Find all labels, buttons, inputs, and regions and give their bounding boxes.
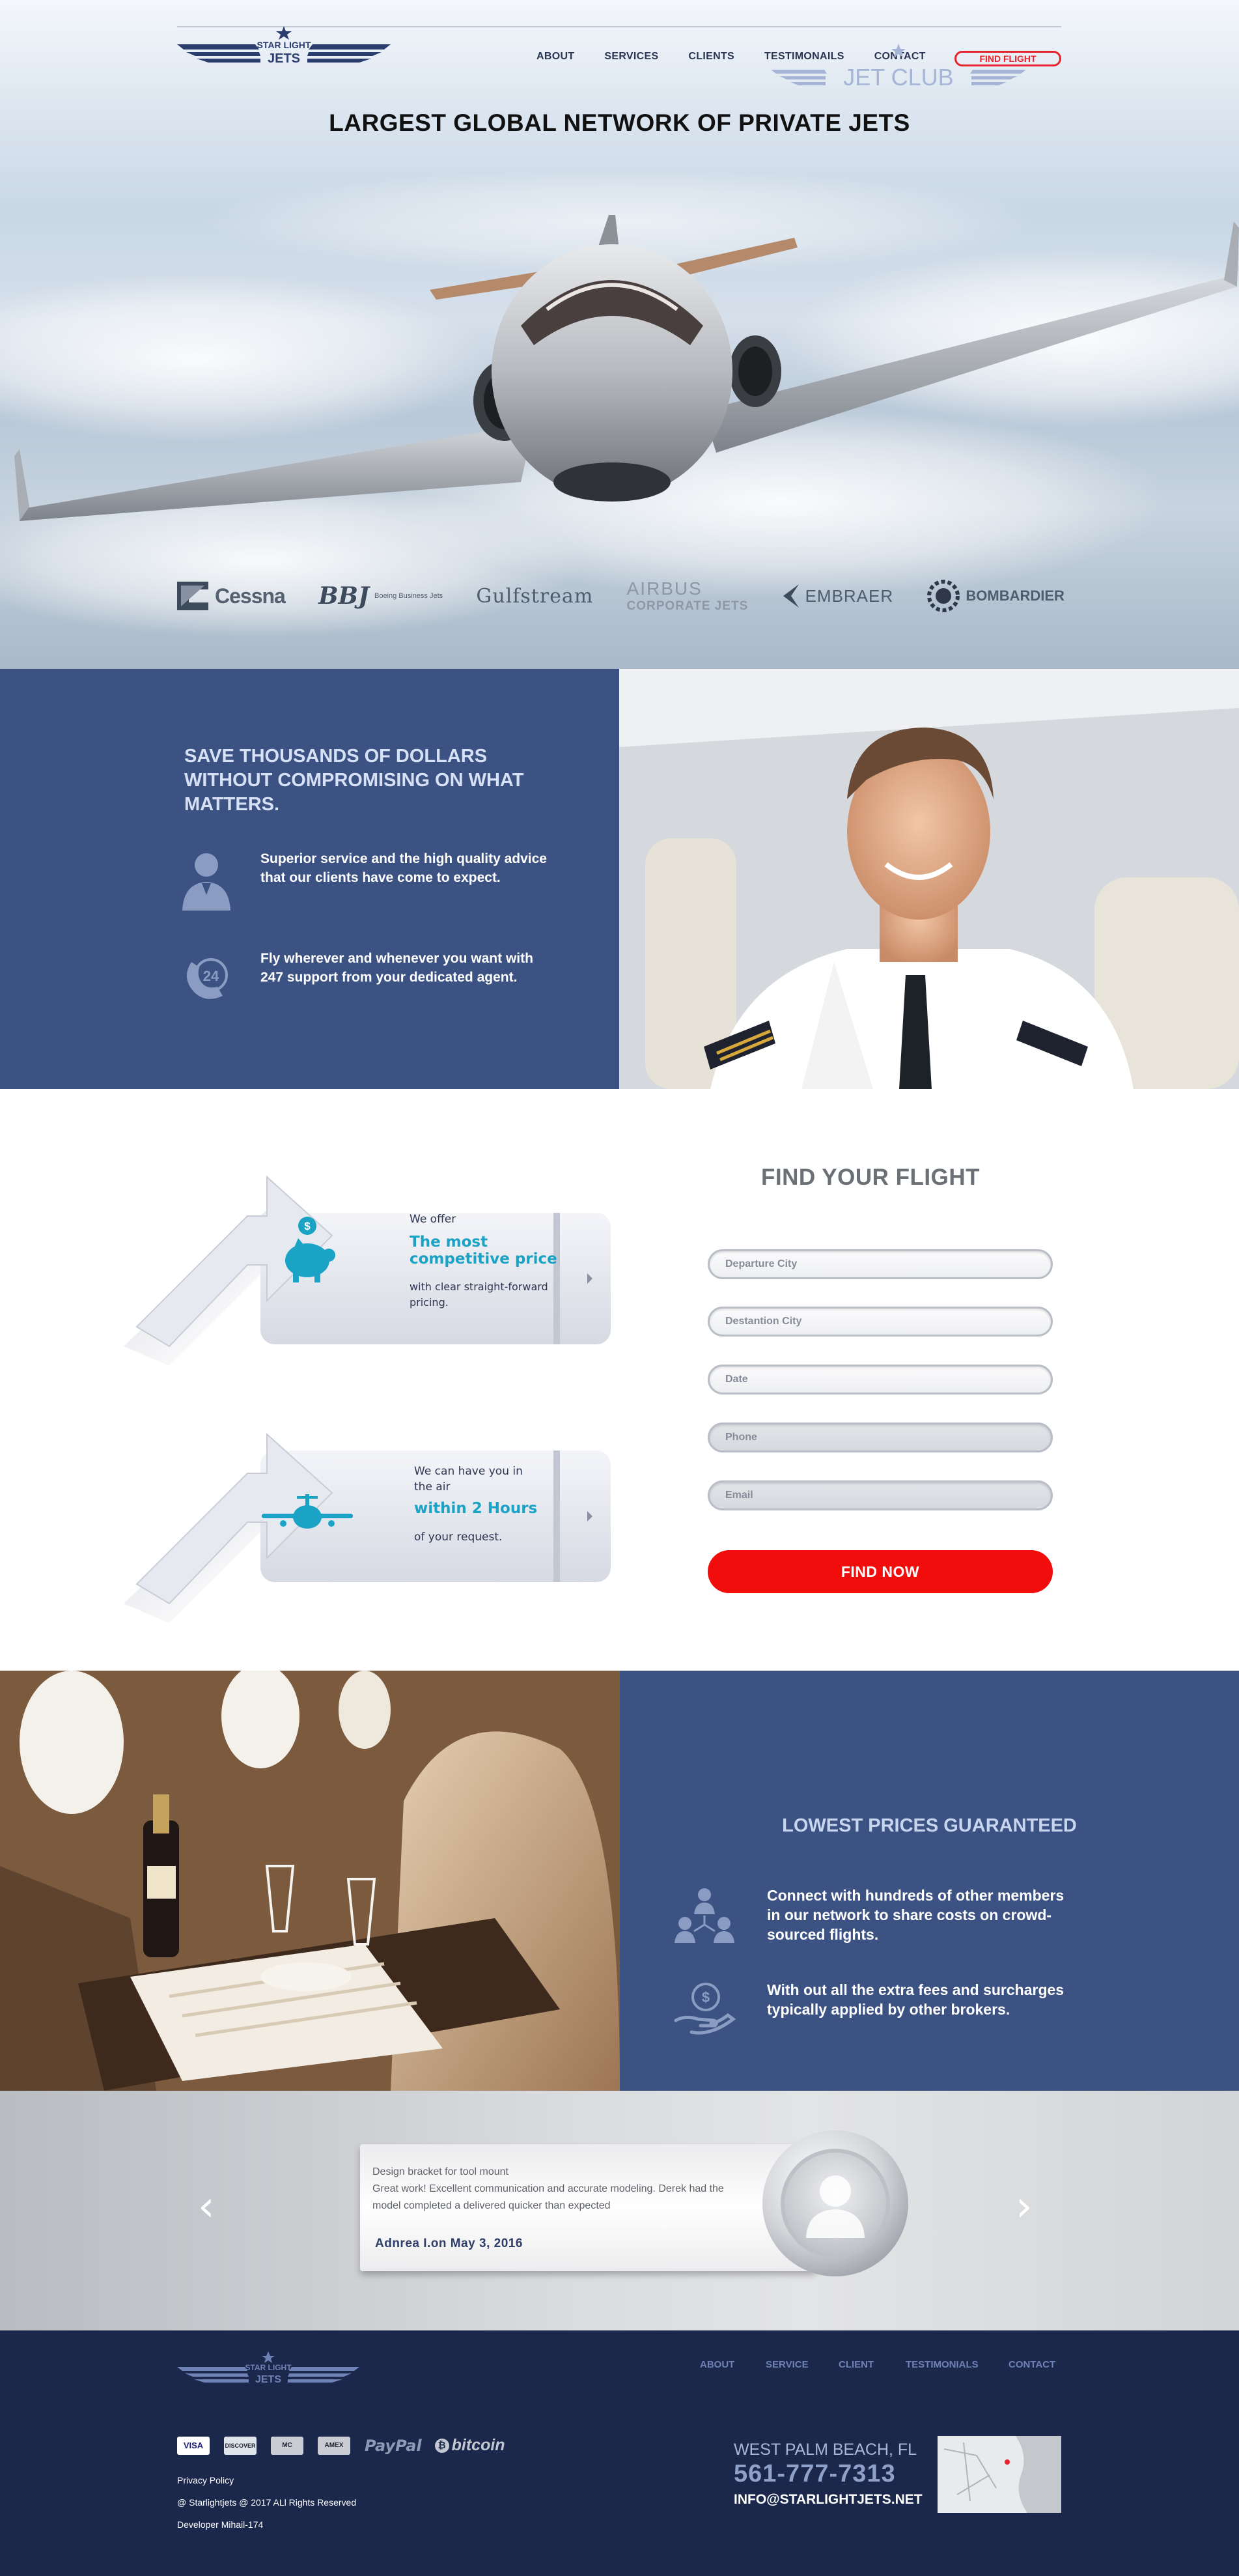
- visa-icon: VISA: [177, 2436, 210, 2455]
- footer-logo-bottom-text: JETS: [255, 2374, 281, 2385]
- map-image: [938, 2436, 1061, 2513]
- offer-2-line1: We can have you in the air: [414, 1465, 523, 1493]
- testimonial-author: Adnrea I.on May 3, 2016: [375, 2237, 523, 2250]
- cessna-logo-icon: [177, 582, 208, 610]
- payment-methods: VISA DISCOVER MC AMEX PayPal ₿ bitcoin: [177, 2436, 505, 2455]
- embraer-logo-icon: [783, 584, 799, 608]
- svg-text:$: $: [702, 1989, 710, 2005]
- offer-1-line2: with clear straight-forward pricing.: [410, 1281, 548, 1309]
- brand-bombardier: BOMBARDIER: [926, 579, 1065, 613]
- email-input[interactable]: [708, 1480, 1053, 1510]
- offer-card-price: $: [124, 1175, 611, 1366]
- footer-nav-service[interactable]: SERVICE: [766, 2359, 809, 2370]
- logo[interactable]: STAR LIGHT JETS: [177, 25, 391, 70]
- amex-icon: AMEX: [318, 2436, 350, 2455]
- footer-logo-top-text: STAR LIGHT: [245, 2363, 292, 2372]
- find-now-button[interactable]: FIND NOW: [708, 1550, 1053, 1593]
- hero-section: STAR LIGHT JETS ABOUT SERVICES CLIENTS T…: [0, 0, 1239, 669]
- club-subtitle: LOWEST PRICES GUARANTEED: [782, 1815, 1077, 1836]
- bitcoin-icon: ₿: [434, 2438, 449, 2453]
- logo-top-text: STAR LIGHT: [257, 40, 311, 50]
- club-feature-fees: $ With out all the extra fees and surcha…: [672, 1980, 1073, 2039]
- paypal-icon: PayPal: [365, 2436, 422, 2455]
- nav-services[interactable]: SERVICES: [604, 51, 658, 63]
- feature-support: 24 Fly wherever and whenever you want wi…: [177, 949, 568, 1008]
- testimonial-text: Design bracket for tool mount Great work…: [372, 2164, 737, 2215]
- dollar-hand-icon: $: [674, 1983, 736, 2035]
- avatar: [762, 2130, 908, 2276]
- phone-input[interactable]: [708, 1422, 1053, 1452]
- hero-title: LARGEST GLOBAL NETWORK OF PRIVATE JETS: [329, 109, 910, 136]
- prev-arrow[interactable]: ‹: [198, 2186, 215, 2228]
- footer-city: WEST PALM BEACH, FL: [734, 2441, 917, 2459]
- club-feature-network-text: Connect with hundreds of other members i…: [767, 1887, 1065, 1943]
- pilot-image: [619, 669, 1239, 1089]
- offer-2-line2: of your request.: [414, 1531, 503, 1544]
- brand-cessna: Cessna: [176, 580, 286, 612]
- next-arrow[interactable]: ›: [1016, 2186, 1033, 2228]
- support-24-icon: 24: [186, 958, 228, 999]
- manufacturer-logos: Cessna BBJ Boeing Business Jets Gulfstre…: [176, 573, 1065, 619]
- testimonial-body: Great work! Excellent communication and …: [372, 2183, 724, 2211]
- jet-club-logo-text: JET CLUB: [843, 64, 953, 91]
- mastercard-icon: MC: [271, 2436, 303, 2455]
- save-section: SAVE THOUSANDS OF DOLLARS WITHOUT COMPRO…: [0, 669, 1239, 1089]
- jet-club-logo: JET CLUB: [771, 44, 1026, 91]
- bombardier-logo-icon: [927, 580, 960, 612]
- footer-nav-contact[interactable]: CONTACT: [1009, 2359, 1055, 2370]
- footer-nav-client[interactable]: CLIENT: [839, 2359, 874, 2370]
- cabin-image: [0, 1671, 620, 2091]
- bitcoin-wrap: ₿ bitcoin: [434, 2436, 505, 2455]
- brand-bbj: BBJ Boeing Business Jets: [318, 582, 443, 610]
- footer-logo[interactable]: STAR LIGHT JETS: [177, 2350, 359, 2390]
- find-flight-section: $ We offer The most competitive price wi…: [0, 1089, 1239, 1671]
- brand-embraer: EMBRAER: [782, 583, 894, 609]
- agent-icon: [182, 853, 230, 911]
- feature-support-text: Fly wherever and whenever you want with …: [260, 951, 533, 985]
- offer-1-highlight: The most competitive price: [410, 1234, 557, 1267]
- svg-text:$: $: [304, 1220, 311, 1232]
- testimonial-title: Design bracket for tool mount: [372, 2166, 508, 2177]
- offer-2-highlight: within 2 Hours: [414, 1500, 538, 1517]
- feature-service-text: Superior service and the high quality ad…: [260, 851, 547, 885]
- offer-1-line1: We offer: [410, 1213, 456, 1226]
- network-icon: [675, 1888, 734, 1943]
- copyright-text: @ Starlightjets @ 2017 ALl Rights Reserv…: [177, 2497, 357, 2508]
- location-map[interactable]: [938, 2436, 1061, 2513]
- nav-about[interactable]: ABOUT: [536, 51, 574, 63]
- developer-text: Developer Mihail-174: [177, 2519, 264, 2530]
- destination-city-input[interactable]: [708, 1307, 1053, 1337]
- svg-text:24: 24: [203, 968, 219, 984]
- pilot-photo: [619, 669, 1239, 1089]
- nav-clients[interactable]: CLIENTS: [688, 51, 734, 63]
- club-feature-fees-text: With out all the extra fees and surcharg…: [767, 1981, 1065, 2018]
- logo-bottom-text: JETS: [268, 51, 300, 66]
- bitcoin-label: bitcoin: [451, 2436, 505, 2454]
- footer-nav-testimonials[interactable]: TESTIMONIALS: [906, 2359, 979, 2370]
- offer-card-time: [124, 1432, 611, 1623]
- date-input[interactable]: [708, 1365, 1053, 1394]
- club-feature-network: Connect with hundreds of other members i…: [672, 1886, 1073, 1944]
- save-heading: SAVE THOUSANDS OF DOLLARS WITHOUT COMPRO…: [184, 746, 524, 815]
- cabin-photo: [0, 1671, 620, 2091]
- departure-city-input[interactable]: [708, 1249, 1053, 1279]
- discover-icon: DISCOVER: [224, 2436, 257, 2455]
- brand-airbus: AIRBUS CORPORATE JETS: [626, 578, 749, 613]
- footer-nav-about[interactable]: ABOUT: [700, 2359, 734, 2370]
- privacy-policy-link[interactable]: Privacy Policy: [177, 2475, 234, 2485]
- bbj-logo-icon: BBJ: [318, 582, 369, 610]
- feature-service: Superior service and the high quality ad…: [177, 849, 568, 912]
- footer-email[interactable]: INFO@STARLIGHTJETS.NET: [734, 2492, 923, 2508]
- footer-phone[interactable]: 561-777-7313: [734, 2460, 896, 2488]
- brand-gulfstream: Gulfstream: [476, 584, 594, 608]
- find-flight-title: FIND YOUR FLIGHT: [761, 1165, 980, 1190]
- private-jet-image: [14, 215, 1239, 521]
